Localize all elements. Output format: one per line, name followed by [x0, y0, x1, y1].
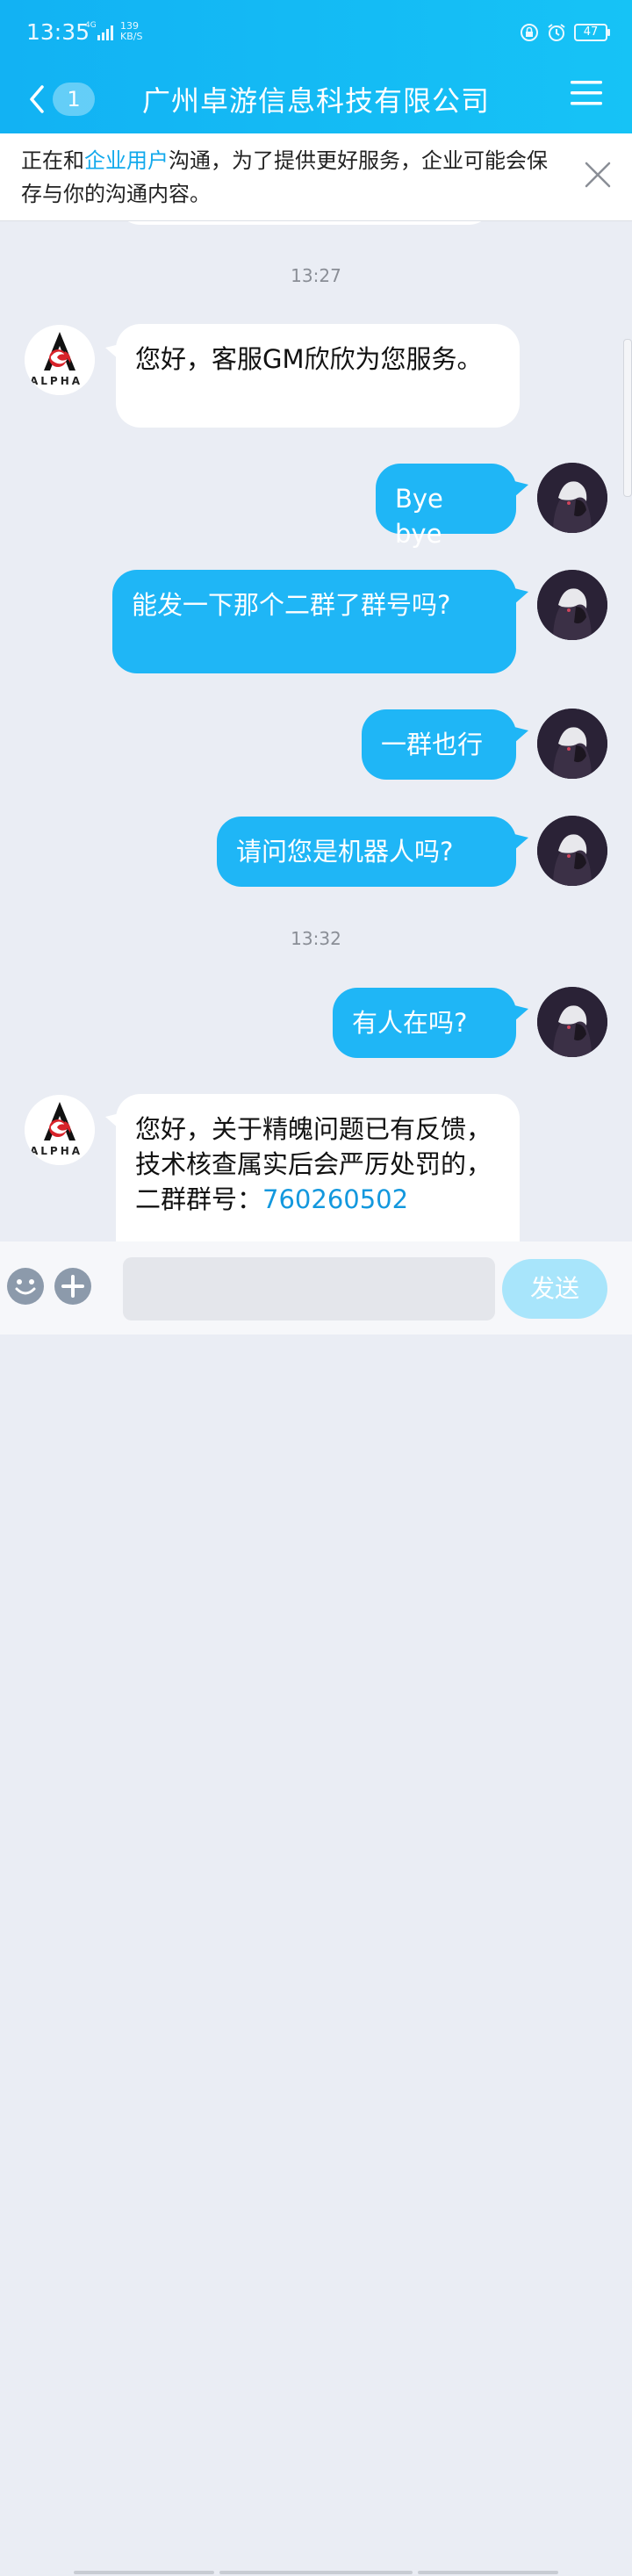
alpha-avatar[interactable]: ALPHA: [25, 325, 95, 395]
menu-icon[interactable]: [571, 76, 602, 111]
notice-prefix: 正在和: [21, 148, 84, 173]
user-avatar[interactable]: [537, 987, 607, 1057]
user-avatar-image: [537, 570, 607, 640]
group-number-link[interactable]: 760260502: [262, 1184, 408, 1214]
battery-indicator: 47: [574, 24, 610, 41]
bubble-tail: [514, 588, 528, 604]
speed-unit: KB/S: [120, 31, 143, 42]
user-avatar[interactable]: [537, 709, 607, 779]
alpha-avatar[interactable]: ALPHA: [25, 1095, 95, 1165]
timestamp: 13:32: [291, 928, 341, 949]
network-type: 4G: [85, 21, 97, 30]
bubble-tail: [514, 834, 528, 850]
send-button[interactable]: 发送: [502, 1259, 607, 1319]
notice-text: 正在和企业用户沟通，为了提供更好服务，企业可能会保存与你的沟通内容。: [21, 144, 565, 211]
status-time: 13:35: [26, 19, 90, 45]
emoji-icon[interactable]: [7, 1268, 44, 1305]
network-speed: 139 KB/S: [120, 21, 142, 42]
message-bubble-incoming[interactable]: 您好，客服GM欣欣为您服务。: [116, 324, 520, 428]
alarm-icon: [548, 24, 565, 41]
message-bubble-outgoing[interactable]: 请问您是机器人吗?: [217, 817, 516, 887]
user-avatar[interactable]: [537, 570, 607, 640]
alpha-logo-text: ALPHA: [30, 1145, 83, 1157]
enterprise-user-link[interactable]: 企业用户: [84, 148, 169, 173]
message-bubble-outgoing[interactable]: 有人在吗?: [333, 988, 516, 1058]
message-input-bar: 发送: [0, 1241, 632, 2574]
user-avatar-image: [537, 816, 607, 886]
plus-icon[interactable]: [54, 1268, 91, 1305]
user-avatar-image: [537, 709, 607, 779]
bubble-tail: [514, 1005, 528, 1021]
message-input[interactable]: [123, 1257, 495, 1320]
user-avatar[interactable]: [537, 816, 607, 886]
status-icons: 47: [520, 21, 610, 44]
privacy-notice-banner: 正在和企业用户沟通，为了提供更好服务，企业可能会保存与你的沟通内容。: [0, 133, 632, 221]
user-avatar[interactable]: [537, 463, 607, 533]
message-bubble-incoming[interactable]: 您好，关于精魄问题已有反馈，技术核查属实后会严厉处罚的，二群群号：7602605…: [116, 1094, 520, 1241]
message-bubble-outgoing[interactable]: 一群也行: [362, 709, 516, 780]
signal-icon: [97, 25, 113, 40]
lock-rotation-icon: [521, 24, 538, 41]
alpha-logo-text: ALPHA: [30, 375, 83, 387]
scrollbar[interactable]: [623, 339, 632, 497]
alpha-logo-icon: ALPHA: [25, 325, 95, 395]
timestamp: 13:27: [291, 265, 341, 286]
user-avatar-image: [537, 463, 607, 533]
close-icon[interactable]: [583, 160, 613, 190]
chat-header: 1 广州卓游信息科技有限公司: [0, 67, 632, 133]
bubble-tail: [514, 481, 528, 497]
chat-title: 广州卓游信息科技有限公司: [141, 84, 490, 118]
user-avatar-image: [537, 987, 607, 1057]
status-bar: 13:35 4G 139 KB/S 47: [0, 0, 632, 67]
message-bubble-outgoing[interactable]: Bye bye: [376, 464, 516, 549]
alpha-logo-icon: ALPHA: [25, 1095, 95, 1165]
bubble-tail: [514, 727, 528, 743]
gesture-strip: [0, 2571, 632, 2576]
message-bubble-outgoing[interactable]: 能发一下那个二群了群号吗?: [112, 570, 516, 673]
